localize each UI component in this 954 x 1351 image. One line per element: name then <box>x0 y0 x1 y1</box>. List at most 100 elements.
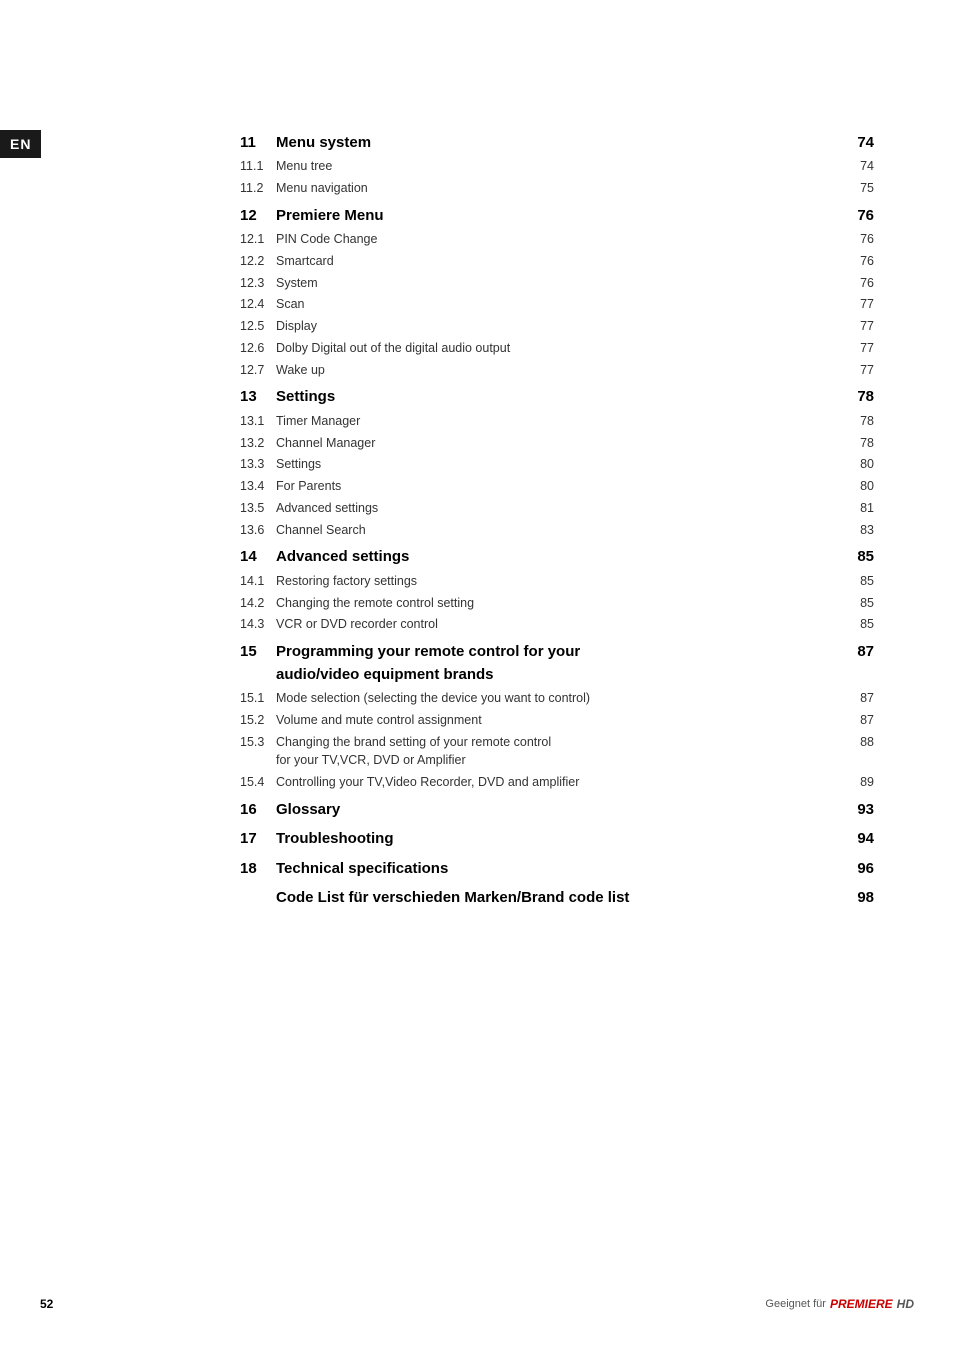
sub-15.2-title: Volume and mute control assignment <box>276 709 844 731</box>
sub-11.2-page: 75 <box>844 177 874 199</box>
section-15-number: 15 <box>240 640 276 688</box>
section-17-number: 17 <box>240 827 276 853</box>
sub-15.4-page: 89 <box>844 772 874 794</box>
section-16-number: 16 <box>240 797 276 823</box>
sub-13.4-page: 80 <box>844 476 874 498</box>
sub-12.4-title: Scan <box>276 294 844 316</box>
sub-15.4-number: 15.4 <box>240 772 276 794</box>
sub-14.3-title: VCR or DVD recorder control <box>276 614 844 636</box>
sub-13.6-title: Channel Search <box>276 519 844 541</box>
brand-hd: HD <box>897 1297 914 1311</box>
sub-12.5-title: Display <box>276 316 844 338</box>
section-15-page: 87 <box>844 640 874 688</box>
sub-14.1-page: 85 <box>844 570 874 592</box>
toc-item: 12.7Wake up77 <box>240 359 874 381</box>
toc-item: 11.2Menu navigation75 <box>240 177 874 199</box>
sub-11.2-number: 11.2 <box>240 177 276 199</box>
sub-12.2-title: Smartcard <box>276 250 844 272</box>
section-11-number: 11 <box>240 130 276 156</box>
sub-12.1-page: 76 <box>844 229 874 251</box>
section-18-number: 18 <box>240 856 276 882</box>
sub-15.2-number: 15.2 <box>240 709 276 731</box>
sub-13.5-title: Advanced settings <box>276 497 844 519</box>
section-14-title: Advanced settings <box>276 545 844 571</box>
toc-item: 13.2Channel Manager78 <box>240 432 874 454</box>
toc-item: 15.2Volume and mute control assignment87 <box>240 709 874 731</box>
sub-13.2-title: Channel Manager <box>276 432 844 454</box>
sub-12.3-page: 76 <box>844 272 874 294</box>
sub-15.3-number: 15.3 <box>240 731 276 772</box>
sub-12.2-page: 76 <box>844 250 874 272</box>
toc-item: 12.2Smartcard76 <box>240 250 874 272</box>
sub-11.1-title: Menu tree <box>276 156 844 178</box>
toc-item: 13.4For Parents80 <box>240 476 874 498</box>
sub-12.1-number: 12.1 <box>240 229 276 251</box>
sub-11.1-number: 11.1 <box>240 156 276 178</box>
sub-12.7-number: 12.7 <box>240 359 276 381</box>
toc-item: 13.1Timer Manager78 <box>240 410 874 432</box>
toc-item: 12.3System76 <box>240 272 874 294</box>
toc-item: 14.2Changing the remote control setting8… <box>240 592 874 614</box>
sub-12.6-number: 12.6 <box>240 337 276 359</box>
toc-item: 13.6Channel Search83 <box>240 519 874 541</box>
sub-11.1-page: 74 <box>844 156 874 178</box>
main-content: 11Menu system7411.1Menu tree7411.2Menu n… <box>240 0 874 1031</box>
section-16-title: Glossary <box>276 797 844 823</box>
toc-item: 12.1PIN Code Change76 <box>240 229 874 251</box>
toc-item: 11.1Menu tree74 <box>240 156 874 178</box>
sub-12.1-title: PIN Code Change <box>276 229 844 251</box>
section-15-title: Programming your remote control for your… <box>276 640 844 688</box>
sub-15.4-title: Controlling your TV,Video Recorder, DVD … <box>276 772 844 794</box>
sub-13.3-page: 80 <box>844 454 874 476</box>
section-11-title: Menu system <box>276 130 844 156</box>
sub-13.3-title: Settings <box>276 454 844 476</box>
sub-13.6-number: 13.6 <box>240 519 276 541</box>
sub-11.2-title: Menu navigation <box>276 177 844 199</box>
sub-15.1-page: 87 <box>844 688 874 710</box>
toc-item: 15.1Mode selection (selecting the device… <box>240 688 874 710</box>
sub-14.2-page: 85 <box>844 592 874 614</box>
page-number: 52 <box>40 1297 53 1311</box>
sub-13.4-number: 13.4 <box>240 476 276 498</box>
section-13-title: Settings <box>276 385 844 411</box>
sub-13.1-title: Timer Manager <box>276 410 844 432</box>
section-12-page: 76 <box>844 203 874 229</box>
sub-12.6-title: Dolby Digital out of the digital audio o… <box>276 337 844 359</box>
sub-12.3-title: System <box>276 272 844 294</box>
sub-12.7-title: Wake up <box>276 359 844 381</box>
sub-14.2-number: 14.2 <box>240 592 276 614</box>
sub-15.1-title: Mode selection (selecting the device you… <box>276 688 844 710</box>
section-12-title: Premiere Menu <box>276 203 844 229</box>
section-17-page: 94 <box>844 827 874 853</box>
footer: 52 Geeignet für PREMIEREHD <box>0 1297 954 1311</box>
sub-14.2-title: Changing the remote control setting <box>276 592 844 614</box>
code-list-page: 98 <box>844 886 874 912</box>
code-list-title: Code List für verschieden Marken/Brand c… <box>276 886 844 912</box>
sub-13.4-title: For Parents <box>276 476 844 498</box>
toc-item: 12.5Display77 <box>240 316 874 338</box>
sub-12.6-page: 77 <box>844 337 874 359</box>
toc-table: 11Menu system7411.1Menu tree7411.2Menu n… <box>240 130 874 911</box>
sub-13.2-number: 13.2 <box>240 432 276 454</box>
section-11-page: 74 <box>844 130 874 156</box>
sub-13.1-page: 78 <box>844 410 874 432</box>
sub-13.5-page: 81 <box>844 497 874 519</box>
language-badge: EN <box>0 130 41 158</box>
sub-13.1-number: 13.1 <box>240 410 276 432</box>
code-list-number <box>240 886 276 912</box>
sub-15.3-page: 88 <box>844 731 874 772</box>
section-13-page: 78 <box>844 385 874 411</box>
section-14-page: 85 <box>844 545 874 571</box>
section-16-page: 93 <box>844 797 874 823</box>
toc-item: 13.5Advanced settings81 <box>240 497 874 519</box>
section-14-number: 14 <box>240 545 276 571</box>
sub-13.2-page: 78 <box>844 432 874 454</box>
sub-14.3-page: 85 <box>844 614 874 636</box>
suitable-label: Geeignet für <box>765 1298 826 1310</box>
sub-15.3-title: Changing the brand setting of your remot… <box>276 731 844 772</box>
sub-12.7-page: 77 <box>844 359 874 381</box>
sub-12.5-number: 12.5 <box>240 316 276 338</box>
section-12-number: 12 <box>240 203 276 229</box>
toc-item: 12.4Scan77 <box>240 294 874 316</box>
sub-15.2-page: 87 <box>844 709 874 731</box>
